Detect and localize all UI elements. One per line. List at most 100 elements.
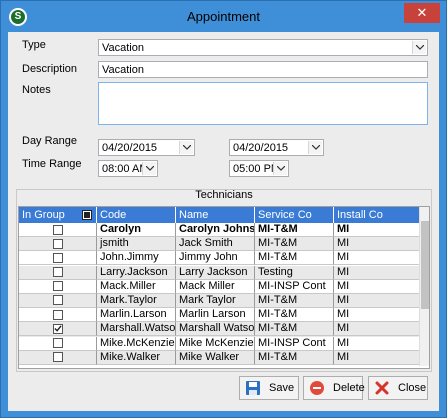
technicians-grid[interactable]: In Group Code Name Service Co Install Co…	[18, 206, 430, 369]
code-cell: John.Jimmy	[97, 251, 176, 266]
chevron-down-icon[interactable]	[412, 41, 426, 54]
appointment-window: S Appointment ✕ Type Vacation Descriptio…	[0, 0, 447, 418]
install-co-cell: MI	[334, 308, 421, 323]
day-end-picker[interactable]: 04/20/2015	[229, 139, 324, 156]
indeterminate-icon	[84, 212, 90, 218]
close-button-label: Close	[398, 382, 427, 394]
service-co-cell: MI-INSP Cont	[255, 279, 334, 294]
service-co-cell: MI-INSP Cont	[255, 336, 334, 351]
name-cell: Mike McKenzie	[176, 336, 255, 351]
name-cell: Jack Smith	[176, 237, 255, 252]
column-header-service-co[interactable]: Service Co	[255, 207, 334, 223]
in-group-checkbox[interactable]	[52, 323, 63, 334]
in-group-checkbox[interactable]	[52, 238, 63, 249]
scrollbar-thumb[interactable]	[421, 221, 429, 309]
technicians-group-title: Technicians	[195, 189, 253, 201]
install-co-cell: MI	[334, 223, 421, 237]
close-button[interactable]: Close	[368, 376, 428, 400]
chevron-down-icon[interactable]	[179, 141, 193, 154]
in-group-cell	[19, 279, 97, 294]
in-group-checkbox[interactable]	[52, 252, 63, 263]
grid-header: In Group Code Name Service Co Install Co	[19, 207, 421, 223]
delete-button-label: Delete	[333, 382, 365, 394]
in-group-cell	[19, 251, 97, 266]
service-co-cell: Testing	[255, 265, 334, 280]
code-cell: Marshall.Watson	[97, 322, 176, 337]
chevron-down-icon[interactable]	[273, 162, 287, 175]
table-row[interactable]: Mark.Taylor Mark Taylor MI-T&M MI	[19, 293, 421, 309]
grid-vertical-scrollbar[interactable]	[419, 207, 429, 366]
type-label: Type	[22, 39, 46, 51]
service-co-cell: MI-T&M	[255, 350, 334, 365]
install-co-cell: MI	[334, 280, 421, 294]
column-header-install-co[interactable]: Install Co	[334, 207, 421, 223]
table-row[interactable]: Mack.Miller Mack Miller MI-INSP Cont MI	[19, 279, 421, 294]
column-header-code[interactable]: Code	[97, 207, 176, 223]
install-co-cell: MI	[334, 266, 421, 280]
in-group-checkbox[interactable]	[52, 295, 63, 306]
table-row[interactable]: John.Jimmy Jimmy John MI-T&M MI	[19, 251, 421, 266]
name-cell: Mark Taylor	[176, 293, 255, 308]
in-group-checkbox[interactable]	[52, 281, 63, 292]
save-button[interactable]: Save	[239, 376, 299, 400]
name-cell: Marshall Watson	[176, 322, 255, 337]
install-co-cell: MI	[334, 337, 421, 351]
column-header-label: In Group	[22, 209, 65, 221]
day-start-value: 04/20/2015	[102, 142, 158, 154]
window-close-button[interactable]: ✕	[404, 3, 440, 23]
table-row[interactable]: Mike.McKenzie Mike McKenzie MI-INSP Cont MI	[19, 336, 421, 351]
table-row[interactable]: Mike.Walker Mike Walker MI-T&M MI	[19, 350, 421, 365]
code-cell: Carolyn	[97, 223, 176, 237]
service-co-cell: MI-T&M	[255, 223, 334, 237]
in-group-cell	[19, 265, 97, 280]
description-field[interactable]: Vacation	[98, 61, 428, 78]
in-group-checkbox[interactable]	[52, 224, 63, 235]
table-row[interactable]: Marshall.Watson Marshall Watson MI-T&M MI	[19, 322, 421, 337]
time-end-picker[interactable]: 05:00 PM	[229, 160, 289, 177]
install-co-cell: MI	[334, 351, 421, 365]
in-group-checkbox[interactable]	[52, 352, 63, 363]
chevron-down-icon[interactable]	[142, 162, 156, 175]
table-row[interactable]: jsmith Jack Smith MI-T&M MI	[19, 237, 421, 252]
notes-field[interactable]	[98, 82, 428, 125]
in-group-checkbox[interactable]	[52, 338, 63, 348]
name-cell: Carolyn Johnson	[176, 223, 255, 237]
name-cell: Mack Miller	[176, 279, 255, 294]
table-row[interactable]: CarolynCarolyn JohnsonMI-T&MMI	[19, 223, 421, 238]
time-start-picker[interactable]: 08:00 AM	[98, 160, 158, 177]
description-value: Vacation	[102, 64, 144, 76]
delete-icon	[309, 380, 325, 396]
table-row[interactable]: Marlin.Larson Marlin Larson MI-T&M MI	[19, 308, 421, 323]
grid-rows: CarolynCarolyn JohnsonMI-T&MMIjsmithJack…	[19, 223, 421, 365]
in-group-checkbox[interactable]	[52, 267, 63, 278]
in-group-cell	[19, 308, 97, 323]
install-co-cell: MI	[334, 251, 421, 266]
description-label: Description	[22, 63, 78, 75]
dialog-body: Type Vacation Description Vacation Notes…	[8, 32, 439, 411]
install-co-cell: MI	[334, 322, 421, 337]
code-cell: Larry.Jackson	[97, 265, 176, 280]
chevron-down-icon[interactable]	[308, 141, 322, 154]
type-select[interactable]: Vacation	[98, 39, 428, 56]
service-co-cell: MI-T&M	[255, 237, 334, 252]
day-range-label: Day Range	[22, 135, 78, 147]
title-bar: S Appointment ✕	[1, 1, 446, 32]
delete-button[interactable]: Delete	[303, 376, 365, 400]
type-value: Vacation	[102, 42, 144, 54]
in-group-cell	[19, 336, 97, 351]
time-range-label: Time Range	[22, 158, 82, 170]
install-co-cell: MI	[334, 294, 421, 308]
in-group-cell	[19, 223, 97, 237]
select-all-checkbox[interactable]	[82, 210, 92, 220]
code-cell: Mack.Miller	[97, 279, 176, 294]
column-header-name[interactable]: Name	[176, 207, 255, 223]
table-row[interactable]: Larry.Jackson Larry Jackson Testing MI	[19, 265, 421, 280]
day-start-picker[interactable]: 04/20/2015	[98, 139, 195, 156]
save-button-label: Save	[269, 382, 295, 394]
service-co-cell: MI-T&M	[255, 322, 334, 337]
in-group-checkbox[interactable]	[52, 309, 63, 320]
column-header-in-group[interactable]: In Group	[19, 207, 97, 223]
code-cell: Marlin.Larson	[97, 308, 176, 323]
name-cell: Mike Walker	[176, 350, 255, 365]
name-cell: Marlin Larson	[176, 308, 255, 323]
